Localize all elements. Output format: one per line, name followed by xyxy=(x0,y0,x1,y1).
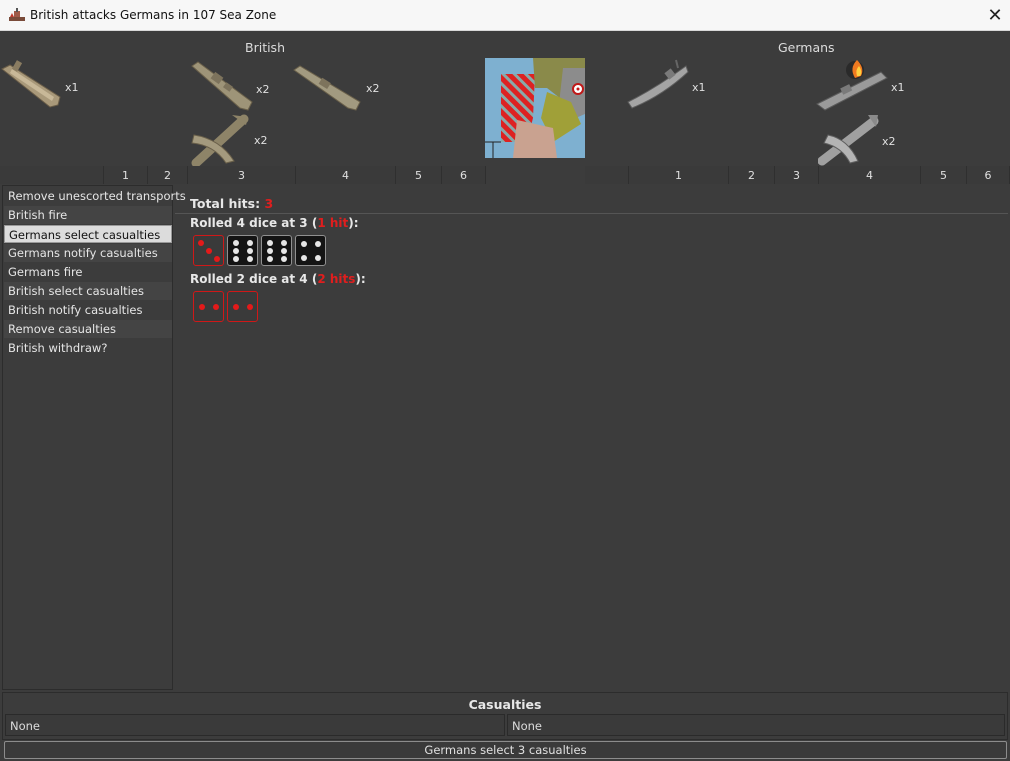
die-pip xyxy=(233,240,239,246)
unit-count: x1 xyxy=(692,81,706,94)
cruiser-icon xyxy=(293,65,361,111)
die-pip xyxy=(267,240,273,246)
unit-count: x2 xyxy=(366,82,380,95)
british-cruiser-unit: x2 xyxy=(292,60,382,115)
step-item[interactable]: British notify casualties xyxy=(4,301,172,319)
step-item[interactable]: Remove casualties xyxy=(4,320,172,338)
unit-count: x1 xyxy=(891,81,905,94)
power-column: 6 xyxy=(967,166,1010,184)
die-pip xyxy=(247,240,253,246)
step-item[interactable]: Germans notify casualties xyxy=(4,244,172,262)
die-pip xyxy=(247,256,253,262)
german-battleship-unit: x1 xyxy=(815,58,905,113)
die-pip xyxy=(214,256,220,262)
casualties-title: Casualties xyxy=(468,697,542,712)
miss-die xyxy=(295,235,326,266)
power-column: 1 xyxy=(104,166,148,184)
damaged-battleship-icon xyxy=(816,60,888,111)
german-fighter-unit: x2 xyxy=(818,113,908,168)
battle-icon xyxy=(9,8,25,21)
power-column: 2 xyxy=(148,166,188,184)
die-pip xyxy=(267,248,273,254)
attacker-title: British xyxy=(245,40,285,55)
step-item[interactable]: British fire xyxy=(4,206,172,224)
hit-die xyxy=(227,291,258,322)
power-column: 6 xyxy=(442,166,486,184)
die-pip xyxy=(233,248,239,254)
miss-die xyxy=(227,235,258,266)
power-column: 4 xyxy=(296,166,396,184)
battle-steps-list: Remove unescorted transports British fir… xyxy=(2,185,186,690)
die-pip xyxy=(198,240,204,246)
die-pip xyxy=(199,304,205,310)
power-column: 1 xyxy=(629,166,729,184)
unit-count: x1 xyxy=(65,81,79,94)
attacker-casualties: None xyxy=(5,714,505,736)
title-bar: British attacks Germans in 107 Sea Zone … xyxy=(0,0,1010,31)
attacker-power-strip: 1 2 3 4 5 6 xyxy=(0,166,486,184)
die-pip xyxy=(206,248,212,254)
hit-die xyxy=(193,291,224,322)
transport-icon xyxy=(1,60,61,108)
die-pip xyxy=(315,255,321,261)
window-title: British attacks Germans in 107 Sea Zone xyxy=(30,8,277,22)
roll-summary: Rolled 2 dice at 4 (2 hits): xyxy=(190,272,366,286)
submarine-icon xyxy=(627,59,689,109)
power-column: 5 xyxy=(396,166,442,184)
step-item-selected[interactable]: Germans select casualties xyxy=(4,225,172,243)
die-pip xyxy=(233,256,239,262)
british-transport-unit: x1 xyxy=(0,55,90,115)
action-button[interactable]: Germans select 3 casualties xyxy=(4,741,1007,759)
total-hits: Total hits: 3 xyxy=(190,196,274,211)
fighter-icon xyxy=(818,115,879,166)
power-column: 5 xyxy=(921,166,967,184)
die-pip xyxy=(281,248,287,254)
power-column: 3 xyxy=(188,166,296,184)
close-icon[interactable]: ✕ xyxy=(980,0,1010,31)
fighter-icon xyxy=(191,114,249,168)
unit-count: x2 xyxy=(882,135,896,148)
casualties-panel: Casualties None None xyxy=(2,692,1008,740)
die-pip xyxy=(301,241,307,247)
german-submarine-unit: x1 xyxy=(626,58,716,113)
step-item[interactable]: British select casualties xyxy=(4,282,172,300)
hit-die xyxy=(193,235,224,266)
dice-results-panel: Total hits: 3 Rolled 4 dice at 3 (1 hit)… xyxy=(175,185,1008,690)
die-pip xyxy=(267,256,273,262)
die-pip xyxy=(281,240,287,246)
defender-casualties: None xyxy=(507,714,1005,736)
power-column: 4 xyxy=(819,166,921,184)
roll-summary: Rolled 4 dice at 3 (1 hit): xyxy=(190,216,359,230)
die-pip xyxy=(233,304,239,310)
defender-title: Germans xyxy=(778,40,835,55)
territory-map xyxy=(485,58,585,158)
unit-count: x2 xyxy=(254,134,268,147)
defender-power-strip: 1 2 3 4 5 6 xyxy=(585,166,1010,184)
battleship-icon xyxy=(191,61,253,111)
unit-count: x2 xyxy=(256,83,270,96)
die-pip xyxy=(213,304,219,310)
die-pip xyxy=(247,248,253,254)
power-column: 2 xyxy=(729,166,775,184)
total-hits-value: 3 xyxy=(264,196,274,211)
miss-die xyxy=(261,235,292,266)
die-pip xyxy=(281,256,287,262)
divider xyxy=(175,213,1008,214)
power-column: 3 xyxy=(775,166,819,184)
die-pip xyxy=(301,255,307,261)
step-item[interactable]: Germans fire xyxy=(4,263,172,281)
step-item[interactable]: Remove unescorted transports xyxy=(4,187,186,205)
british-fighter-unit: x2 xyxy=(190,113,280,168)
british-battleship-unit: x2 xyxy=(190,58,280,113)
die-pip xyxy=(247,304,253,310)
die-pip xyxy=(315,241,321,247)
step-item[interactable]: British withdraw? xyxy=(4,339,172,357)
